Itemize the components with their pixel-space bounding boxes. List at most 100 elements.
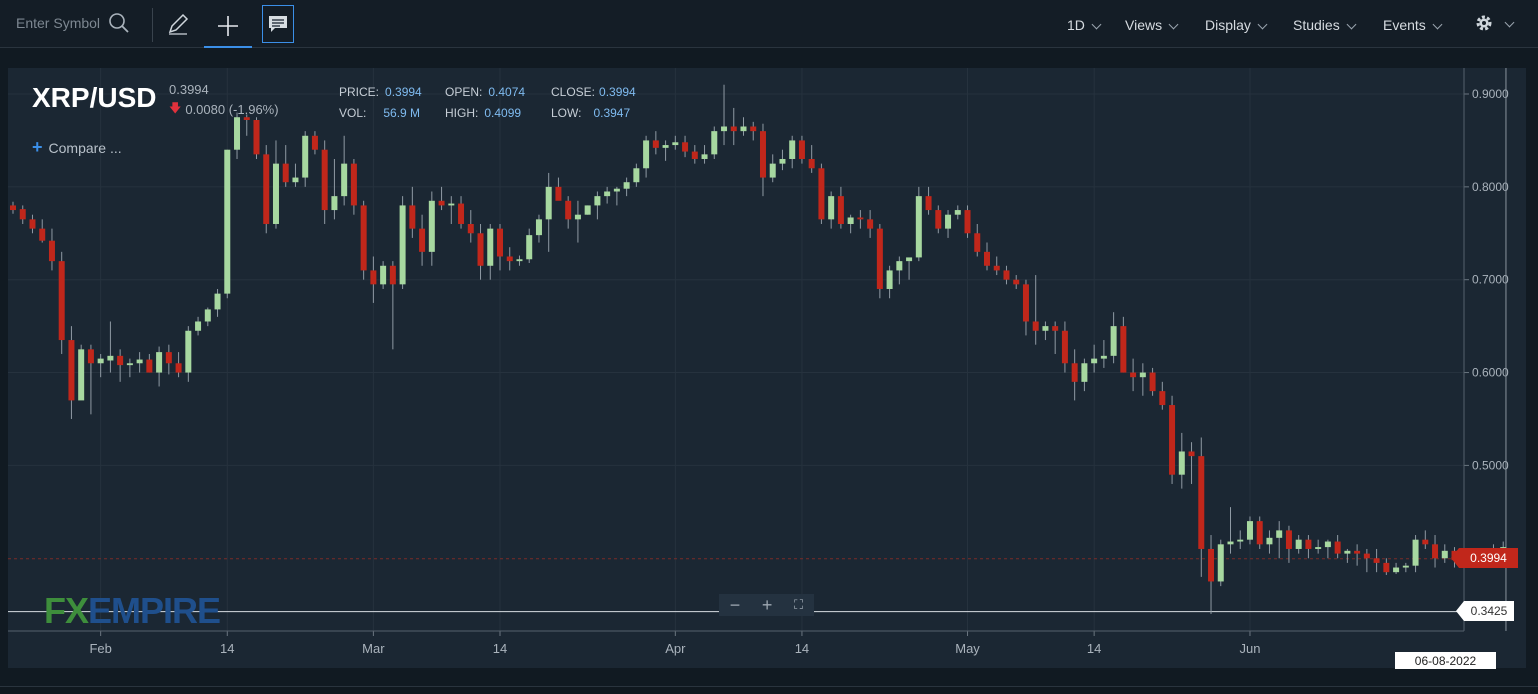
- candle-body: [156, 352, 163, 373]
- stat-price-label: PRICE:: [339, 85, 380, 99]
- chart-canvas[interactable]: 0.9000 0.8000 0.7000 0.6000 0.5000 Feb 14 Mar 14…: [8, 68, 1526, 668]
- crosshair-price-tag: 0.3425: [1456, 601, 1514, 621]
- candle-body: [789, 140, 796, 159]
- y-tick-label: 0.5000: [1472, 458, 1509, 472]
- candle-body: [399, 205, 406, 285]
- bottom-strip: [0, 686, 1538, 694]
- studies-label: Studies: [1293, 17, 1340, 33]
- x-tick-label: Apr: [665, 641, 686, 656]
- last-price-tag: 0.3994: [1451, 548, 1518, 568]
- fullscreen-icon[interactable]: ⛶: [794, 597, 803, 613]
- candle-body: [535, 219, 542, 236]
- candle-body: [1217, 544, 1224, 582]
- views-menu[interactable]: Views: [1125, 14, 1179, 36]
- stat-close: CLOSE: 0.3994: [551, 85, 636, 99]
- candle-body: [117, 355, 124, 366]
- candle-body: [1208, 548, 1215, 582]
- down-arrow-icon: 🡇: [169, 101, 182, 115]
- candle-body: [545, 186, 552, 220]
- candle-body: [1139, 372, 1146, 378]
- candle-body: [740, 126, 747, 132]
- candle-body: [574, 214, 581, 220]
- candle-body: [594, 196, 601, 206]
- y-tick-label: 0.7000: [1472, 273, 1509, 287]
- stat-open: OPEN: 0.4074: [445, 85, 525, 99]
- candle-body: [204, 309, 211, 322]
- candle-body: [623, 182, 630, 189]
- candle-body: [1169, 405, 1176, 475]
- candle-body: [224, 149, 231, 294]
- symbol-search[interactable]: [8, 8, 138, 38]
- compare-button[interactable]: + Compare ...: [32, 137, 122, 158]
- candle-body: [954, 210, 961, 215]
- candle-body: [1295, 539, 1302, 549]
- candle-body: [1110, 326, 1117, 356]
- candle-body: [497, 228, 503, 257]
- studies-menu[interactable]: Studies: [1293, 14, 1357, 36]
- zoom-controls: − + ⛶: [719, 594, 814, 616]
- candle-body: [97, 358, 104, 364]
- display-menu[interactable]: Display: [1205, 14, 1268, 36]
- interval-menu[interactable]: 1D: [1067, 14, 1102, 36]
- candle-body: [1393, 567, 1400, 573]
- last-price: 0.3994: [169, 82, 209, 97]
- events-label: Events: [1383, 17, 1426, 33]
- y-tick-label: 0.9000: [1472, 87, 1509, 101]
- zoom-out-icon[interactable]: −: [730, 595, 741, 616]
- candle-body: [165, 352, 172, 364]
- symbol-search-input[interactable]: [8, 9, 108, 37]
- candle-body: [643, 140, 650, 169]
- candle-body: [107, 355, 114, 361]
- candle-body: [1071, 363, 1078, 382]
- candle-body: [1237, 539, 1244, 542]
- candle-body: [1120, 326, 1127, 373]
- crosshair-tool-button[interactable]: [204, 6, 252, 48]
- draw-tool-button[interactable]: [160, 6, 196, 42]
- events-menu[interactable]: Events: [1383, 14, 1443, 36]
- search-icon[interactable]: [108, 12, 130, 34]
- annotation-tool-button[interactable]: [262, 5, 294, 43]
- candle-body: [886, 270, 893, 289]
- candle-body: [506, 256, 513, 262]
- candle-body: [253, 119, 260, 155]
- candle-body: [39, 228, 46, 241]
- candle-body: [984, 251, 990, 266]
- candle-body: [867, 219, 874, 229]
- candle-body: [234, 117, 241, 150]
- candle-body: [48, 240, 55, 262]
- candle-body: [730, 126, 737, 132]
- candle-body: [282, 163, 289, 183]
- price-chart[interactable]: 0.9000 0.8000 0.7000 0.6000 0.5000 Feb 14 Mar 14…: [8, 68, 1526, 669]
- candle-body: [10, 205, 16, 211]
- logo-empire: EMPIRE: [88, 590, 221, 631]
- candle-body: [272, 163, 279, 224]
- candle-body: [1022, 284, 1029, 322]
- candle-body: [195, 321, 202, 331]
- candle-body: [185, 330, 192, 373]
- candle-body: [837, 196, 844, 224]
- candle-body: [1402, 565, 1409, 568]
- candle-body: [1354, 550, 1361, 554]
- candle-body: [302, 135, 309, 178]
- candle-body: [516, 259, 523, 262]
- settings-menu[interactable]: [1474, 12, 1515, 34]
- candle-body: [935, 210, 942, 229]
- plus-icon: +: [32, 137, 43, 157]
- stat-low: LOW: 0.3947: [551, 106, 630, 120]
- candle-body: [370, 270, 377, 285]
- candle-body: [701, 154, 708, 159]
- candle-body: [214, 293, 221, 310]
- chevron-down-icon: [1168, 19, 1179, 29]
- candle-body: [419, 228, 426, 252]
- candle-body: [1091, 358, 1098, 364]
- candle-body: [1100, 355, 1107, 359]
- candle-body: [1324, 541, 1331, 548]
- price-change: 🡇 0.0080 (-1.96%): [169, 99, 279, 120]
- candle-body: [711, 131, 718, 155]
- candle-body: [126, 363, 133, 366]
- candle-body: [1276, 530, 1283, 538]
- zoom-in-icon[interactable]: +: [762, 595, 773, 616]
- stat-open-label: OPEN:: [445, 85, 483, 99]
- chevron-down-icon: [1091, 19, 1102, 29]
- stat-high: HIGH: 0.4099: [445, 106, 521, 120]
